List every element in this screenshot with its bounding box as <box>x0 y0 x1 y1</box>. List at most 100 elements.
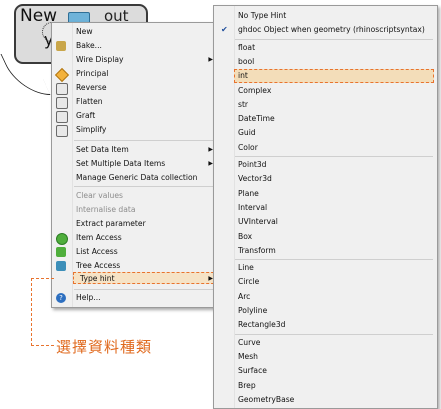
menu-item-label: Internalise data <box>76 205 136 214</box>
menu-item-principal[interactable]: Principal <box>52 67 221 83</box>
submenu-item-box[interactable]: Box <box>214 230 437 244</box>
menu-item-label: Manage Generic Data collection <box>76 173 198 182</box>
submenu-item-brep[interactable]: Brep <box>214 379 437 393</box>
menu-item-simplify[interactable]: Simplify <box>52 123 221 137</box>
submenu-item-label: Point3d <box>238 160 267 169</box>
menu-item-label: Set Multiple Data Items <box>76 159 166 168</box>
menu-item-internalise-data: Internalise data <box>52 203 221 217</box>
menu-item-label: Reverse <box>76 83 107 92</box>
menu-separator <box>74 289 218 290</box>
submenu-item-no-type-hint[interactable]: No Type Hint <box>214 9 437 23</box>
submenu-item-label: Arc <box>238 291 251 301</box>
graft-icon <box>56 111 68 123</box>
menu-item-label: Clear values <box>76 191 123 200</box>
submenu-item-color[interactable]: Color <box>214 141 437 155</box>
submenu-item-bool[interactable]: bool <box>214 55 437 69</box>
submenu-item-polyline[interactable]: Polyline <box>214 304 437 318</box>
submenu-item-label: DateTime <box>238 114 275 124</box>
annotation-leader-line <box>31 278 54 346</box>
menu-item-type-hint[interactable]: Type hint ▶ <box>52 272 221 286</box>
submenu-item-label: Rectangle3d <box>238 320 286 330</box>
submenu-item-label: Brep <box>238 380 256 390</box>
submenu-item-label: Interval <box>238 202 268 212</box>
submenu-item-label: Box <box>238 231 253 241</box>
submenu-item-arc[interactable]: Arc <box>214 290 437 304</box>
submenu-separator <box>235 38 433 40</box>
submenu-item-label: bool <box>238 56 255 66</box>
list-access-icon <box>56 247 66 257</box>
menu-item-list-access[interactable]: List Access <box>52 245 221 259</box>
menu-item-tree-access[interactable]: Tree Access <box>52 259 221 273</box>
annotation-text: 選擇資料種類 <box>56 338 153 356</box>
submenu-item-label: ghdoc Object when geometry (rhinoscripts… <box>238 25 425 35</box>
submenu-item-label: float <box>238 42 256 52</box>
submenu-item-label: Plane <box>238 188 259 198</box>
submenu-item-mesh[interactable]: Mesh <box>214 350 437 364</box>
menu-item-reverse[interactable]: Reverse <box>52 81 221 95</box>
submenu-item-label: int <box>238 71 248 81</box>
menu-item-set-multiple-data-items[interactable]: Set Multiple Data Items ▶ <box>52 157 221 171</box>
menu-separator <box>74 186 218 187</box>
submenu-item-label: Transform <box>238 245 276 255</box>
menu-item-item-access[interactable]: Item Access <box>52 231 221 245</box>
menu-item-label: Bake... <box>76 41 102 50</box>
submenu-item-label: GeometryBase <box>238 394 295 404</box>
submenu-item-interval[interactable]: Interval <box>214 201 437 215</box>
menu-item-label: Item Access <box>76 233 122 242</box>
principal-icon <box>54 67 70 83</box>
submenu-item-line[interactable]: Line <box>214 261 437 275</box>
help-icon: ? <box>56 293 66 303</box>
menu-item-new[interactable]: New <box>52 25 221 39</box>
simplify-icon <box>56 125 68 137</box>
submenu-item-vector3d[interactable]: Vector3d <box>214 172 437 186</box>
context-menu: New Bake... Wire Display ▶ Principal Rev… <box>51 22 222 308</box>
menu-item-label: Wire Display <box>76 55 124 64</box>
submenu-item-complex[interactable]: Complex <box>214 84 437 98</box>
submenu-item-point3d[interactable]: Point3d <box>214 158 437 172</box>
submenu-item-plane[interactable]: Plane <box>214 187 437 201</box>
menu-item-label: New <box>76 27 93 36</box>
menu-item-bake[interactable]: Bake... <box>52 39 221 53</box>
menu-item-label: Type hint <box>80 274 115 283</box>
submenu-item-label: UVInterval <box>238 217 278 227</box>
menu-item-manage-collection[interactable]: Manage Generic Data collection <box>52 171 221 185</box>
submenu-separator <box>235 259 433 261</box>
submenu-item-label: Color <box>238 142 258 152</box>
menu-item-label: List Access <box>76 247 118 256</box>
submenu-item-geometrybase[interactable]: GeometryBase <box>214 393 437 407</box>
submenu-item-circle[interactable]: Circle <box>214 275 437 289</box>
menu-item-clear-values: Clear values <box>52 189 221 203</box>
item-access-icon <box>56 233 68 245</box>
type-hint-submenu: No Type Hint ✔ ghdoc Object when geometr… <box>213 5 438 409</box>
submenu-item-uvinterval[interactable]: UVInterval <box>214 215 437 229</box>
submenu-item-float[interactable]: float <box>214 41 437 55</box>
flatten-icon <box>56 97 68 109</box>
submenu-item-label: Vector3d <box>238 174 272 184</box>
menu-item-label: Graft <box>76 111 96 120</box>
menu-item-extract-parameter[interactable]: Extract parameter <box>52 217 221 231</box>
submenu-item-label: Line <box>238 263 254 273</box>
menu-item-graft[interactable]: Graft <box>52 109 221 123</box>
submenu-item-label: Circle <box>238 277 260 287</box>
submenu-separator <box>235 333 433 335</box>
menu-item-set-data-item[interactable]: Set Data Item ▶ <box>52 143 221 157</box>
submenu-item-datetime[interactable]: DateTime <box>214 112 437 126</box>
menu-item-wire-display[interactable]: Wire Display ▶ <box>52 53 221 67</box>
menu-item-label: Flatten <box>76 97 103 106</box>
submenu-item-guid[interactable]: Guid <box>214 126 437 140</box>
reverse-icon <box>56 83 68 95</box>
submenu-item-curve[interactable]: Curve <box>214 336 437 350</box>
submenu-item-str[interactable]: str <box>214 98 437 112</box>
menu-item-label: Help... <box>76 293 101 302</box>
submenu-item-transform[interactable]: Transform <box>214 244 437 258</box>
menu-item-help[interactable]: ? Help... <box>52 291 221 305</box>
menu-item-label: Tree Access <box>76 261 121 270</box>
submenu-item-ghdoc[interactable]: ✔ ghdoc Object when geometry (rhinoscrip… <box>214 23 437 37</box>
menu-item-flatten[interactable]: Flatten <box>52 95 221 109</box>
submenu-item-int[interactable]: int <box>214 69 437 83</box>
menu-item-label: Principal <box>76 69 109 78</box>
submenu-item-surface[interactable]: Surface <box>214 364 437 378</box>
submenu-item-rectangle3d[interactable]: Rectangle3d <box>214 318 437 332</box>
menu-item-label: Set Data Item <box>76 145 129 154</box>
submenu-item-label: Guid <box>238 128 256 138</box>
